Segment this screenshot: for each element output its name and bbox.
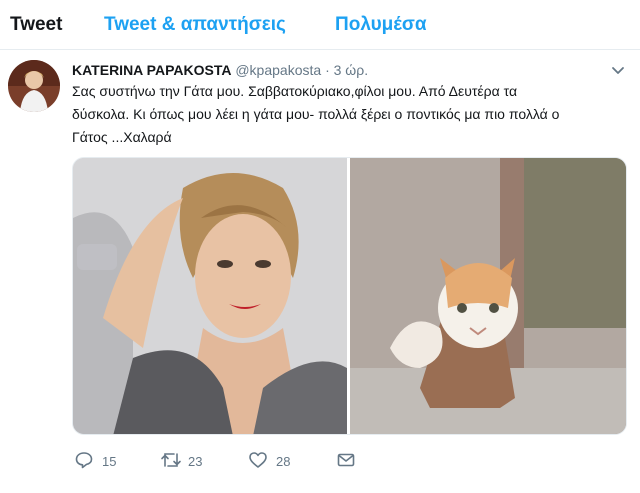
retweet-button[interactable]: 23	[160, 448, 220, 472]
direct-message-button[interactable]	[336, 448, 366, 472]
media-photo-woman[interactable]	[73, 158, 347, 434]
retweet-icon	[161, 453, 181, 467]
tweet-text-line: δύσκολα. Κι όπως μου λέει η γάτα μου- πο…	[72, 106, 560, 122]
author-name[interactable]: KATERINA PAPAKOSTA	[72, 62, 231, 78]
tweet-header: KATERINA PAPAKOSTA @kpapakosta · 3 ώρ.	[72, 62, 368, 78]
tweet-text: Σας συστήνω την Γάτα μου. Σαββατοκύριακο…	[72, 80, 627, 149]
tab-tweets[interactable]: Tweet	[10, 14, 62, 36]
tab-tweets-and-replies[interactable]: Tweet & απαντήσεις	[104, 14, 286, 36]
like-count: 28	[276, 454, 291, 469]
tweet-timestamp[interactable]: 3 ώρ.	[334, 62, 368, 78]
caret-down-icon[interactable]	[610, 62, 626, 78]
like-button[interactable]: 28	[248, 448, 308, 472]
media-photo-cat[interactable]	[350, 158, 626, 434]
retweet-count: 23	[188, 454, 203, 469]
envelope-icon	[337, 453, 355, 467]
tab-media[interactable]: Πολυμέσα	[335, 14, 427, 36]
separator-dot: ·	[325, 62, 330, 78]
heart-icon	[249, 452, 267, 468]
profile-tabs: Tweet Tweet & απαντήσεις Πολυμέσα	[0, 0, 640, 50]
tweet-text-line: Σας συστήνω την Γάτα μου. Σαββατοκύριακο…	[72, 83, 518, 99]
reply-count: 15	[102, 454, 117, 469]
reply-button[interactable]: 15	[74, 448, 134, 472]
reply-icon	[75, 452, 93, 469]
author-handle[interactable]: @kpapakosta	[235, 62, 321, 78]
tweet-media	[72, 157, 627, 435]
tweet-text-line: Γάτος ...Χαλαρά	[72, 129, 172, 145]
avatar[interactable]	[8, 60, 60, 112]
